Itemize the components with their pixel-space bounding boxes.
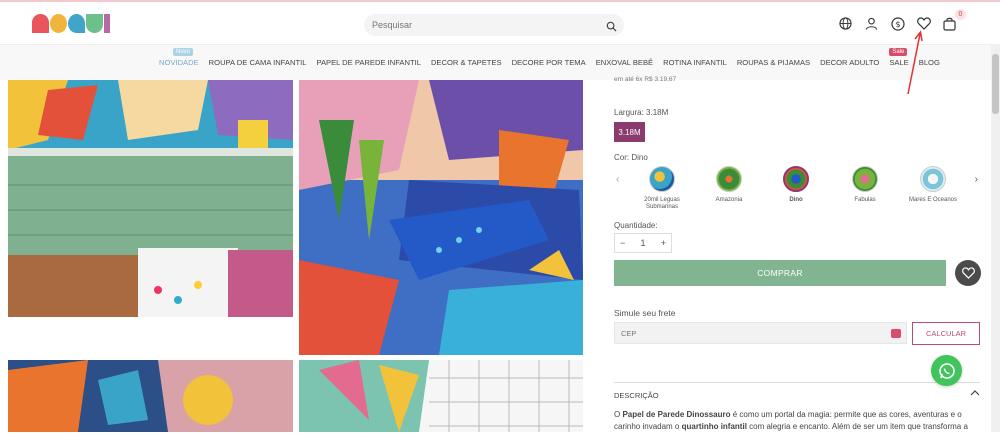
whatsapp-icon [938,362,955,379]
swatch-name: Amazonia [715,197,743,203]
swatch-fabulas[interactable]: Fabulas [835,166,895,204]
new-tag: Novo [173,48,194,56]
buy-button[interactable]: COMPRAR [614,260,946,286]
currency-icon[interactable]: $ [890,16,905,31]
whatsapp-button[interactable] [931,355,962,386]
desc-part: com alegria e encanto. Além de ser um it… [746,422,968,431]
qty-plus-button[interactable]: + [661,238,666,248]
product-image-3[interactable] [8,360,293,432]
size-label: Largura: [614,108,644,117]
nav-item-roupa-de-cama[interactable]: ROUPA DE CAMA INFANTIL [209,58,307,67]
heart-icon [961,267,975,279]
swatch-name: 20mil Leguas Submarinas [644,197,680,210]
chevron-right-icon[interactable]: › [975,174,978,185]
shipping-title: Simule seu frete [614,308,676,318]
main-nav: Novo NOVIDADE ROUPA DE CAMA INFANTIL PAPE… [0,44,1000,80]
annotation-arrow [905,30,925,101]
nav-item-decor-tapetes[interactable]: DECOR & TAPETES [431,58,502,67]
nav-item-roupas-pijamas[interactable]: ROUPAS & PIJAMAS [737,58,810,67]
globe-icon[interactable] [838,16,853,31]
chevron-left-icon[interactable]: ‹ [616,174,619,185]
color-label-row: Cor: Dino [614,153,648,162]
nav-item-decor-adulto[interactable]: DECOR ADULTO [820,58,879,67]
nav-item-rotina[interactable]: ROTINA INFANTIL [663,58,727,67]
header-icons: $ 0 [838,9,966,31]
logo-letter [104,14,110,33]
calculate-button[interactable]: CALCULAR [912,322,980,345]
svg-text:$: $ [895,20,900,29]
desc-bold: quartinho infantil [681,422,747,431]
logo-letter [32,14,49,33]
search-bar [364,14,624,36]
qty-value[interactable]: 1 [640,238,645,248]
installments-text: em até 6x R$ 3.19,67 [614,76,677,83]
description-title[interactable]: DESCRIÇÃO [614,391,659,400]
nav-item-novidade[interactable]: Novo NOVIDADE [159,48,199,67]
logo-letter [86,14,103,33]
swatch-thumbnail [783,166,809,192]
swatch-thumbnail [852,166,878,192]
logo[interactable] [32,14,110,34]
search-input[interactable] [364,14,584,36]
desc-bold: Papel de Parede Dinossauro [622,410,731,419]
chevron-up-icon[interactable] [970,388,980,399]
divider [614,382,980,383]
nav-item-decore-por-tema[interactable]: DECORE POR TEMA [512,58,586,67]
swatch-dino[interactable]: Dino [766,166,826,204]
cep-input[interactable]: CEP [614,322,907,344]
bag-icon[interactable]: 0 [942,9,966,31]
swatch-amazonia[interactable]: Amazonia [699,166,759,204]
scrollbar[interactable] [991,44,1000,432]
description-text: O Papel de Parede Dinossauro é como um p… [614,409,986,433]
swatch-thumbnail [649,166,675,192]
swatch-20mil-leguas[interactable]: 20mil Leguas Submarinas [632,166,692,211]
swatch-name: Mares E Oceanos [908,197,958,203]
product-image-wallpaper-closeup[interactable] [299,80,583,355]
cart-count-badge: 0 [955,9,966,20]
scrollbar-thumb[interactable] [992,54,999,114]
size-label-row: Largura: 3.18M [614,108,668,117]
size-value: 3.18M [646,108,669,117]
logo-letter [50,14,67,33]
nav-item-label: NOVIDADE [159,58,199,67]
autofill-icon[interactable] [891,329,901,338]
user-icon[interactable] [864,16,879,31]
nav-item-papel-de-parede[interactable]: PAPEL DE PAREDE INFANTIL [316,58,421,67]
nav-item-enxoval[interactable]: ENXOVAL BEBÊ [596,58,653,67]
color-label: Cor: [614,153,630,162]
logo-letter [68,14,85,33]
color-value: Dino [631,153,648,162]
product-image-room[interactable] [8,80,293,317]
swatch-thumbnail [716,166,742,192]
cep-placeholder: CEP [621,328,637,338]
swatch-name: Fabulas [854,197,876,203]
swatch-thumbnail [920,166,946,192]
heart-icon[interactable] [916,16,931,31]
search-icon[interactable] [606,19,617,37]
quantity-stepper: − 1 + [614,233,672,253]
size-option-button[interactable]: 3.18M [614,122,645,142]
product-image-4[interactable] [299,360,583,432]
quantity-label: Quantidade: [614,221,658,230]
qty-minus-button[interactable]: − [620,238,625,248]
color-swatches: ‹ 20mil Leguas Submarinas Amazonia Dino … [614,166,986,216]
wishlist-button[interactable] [955,260,981,286]
swatch-mares-oceanos[interactable]: Mares E Oceanos [903,166,963,204]
swatch-name: Dino [789,197,803,203]
